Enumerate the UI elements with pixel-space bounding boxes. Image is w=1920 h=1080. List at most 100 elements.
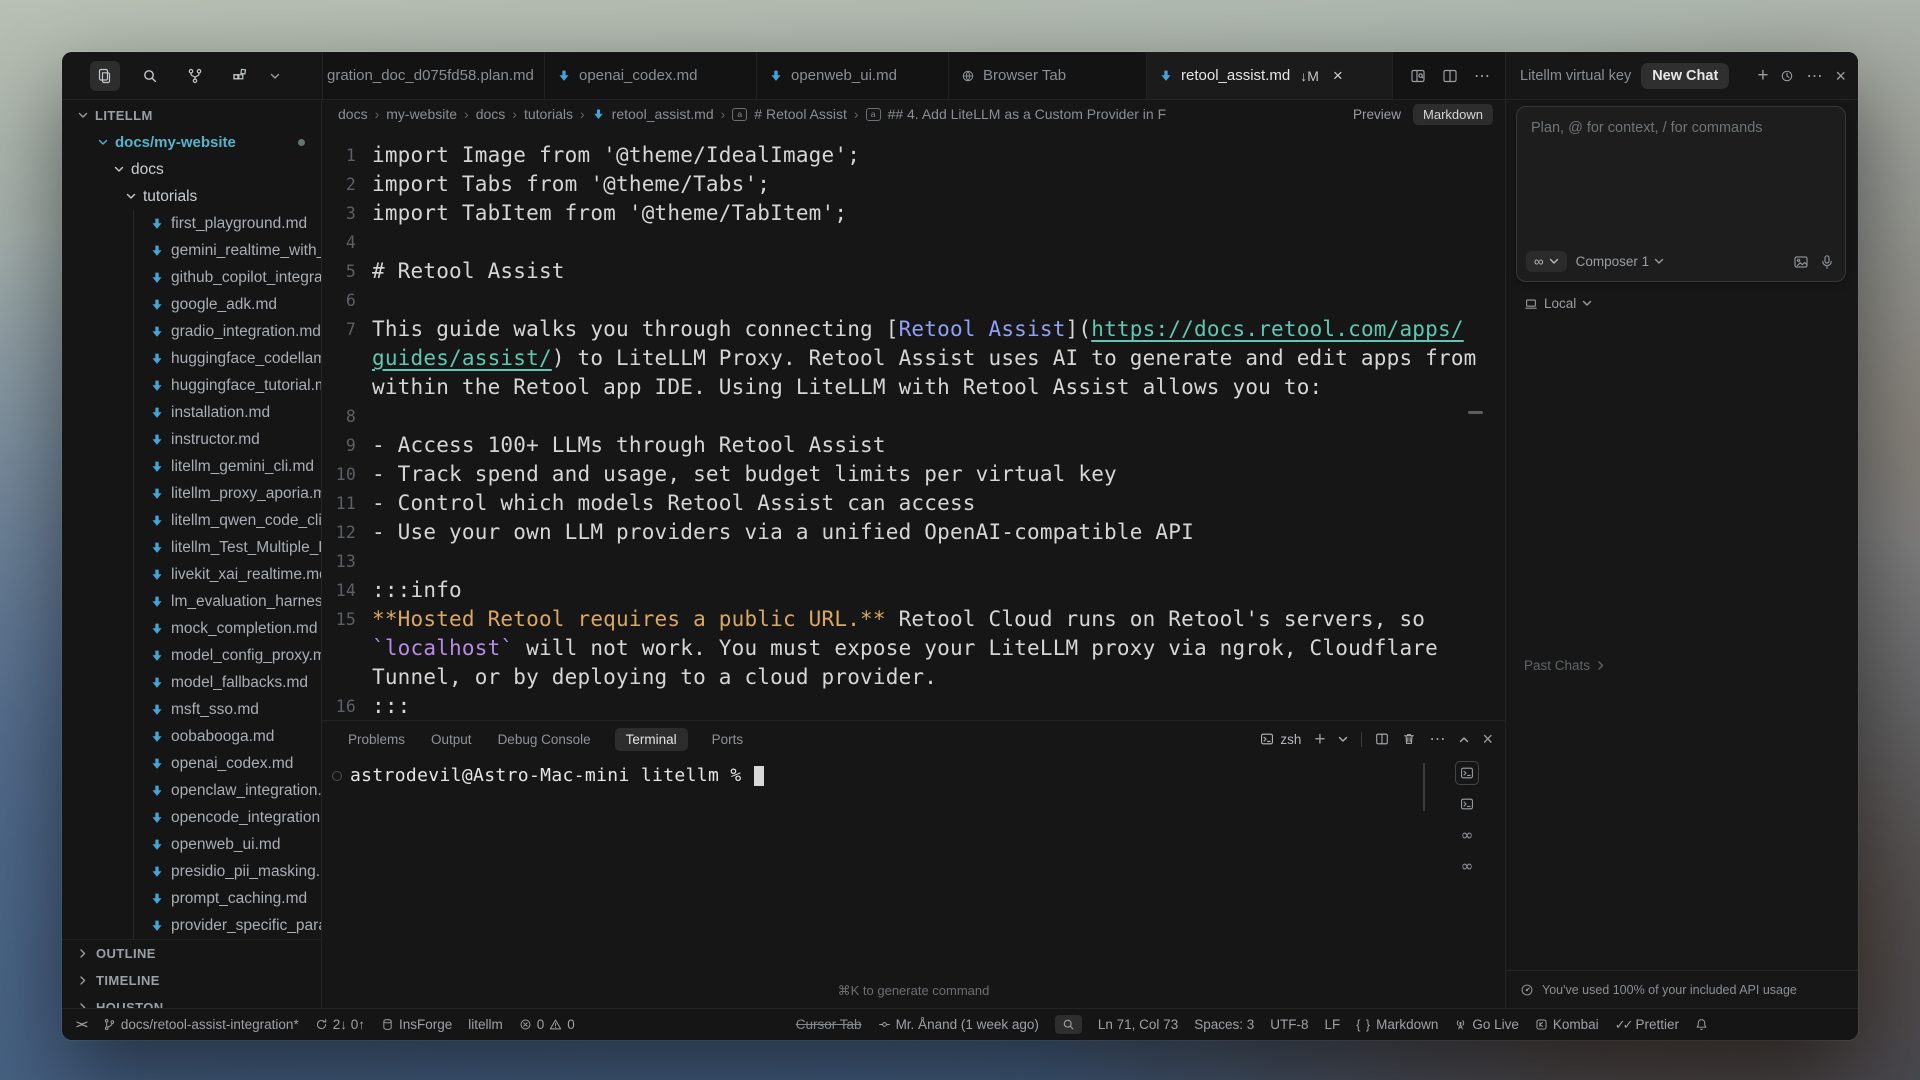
git-branch-status[interactable]: docs/retool-assist-integration* — [103, 1017, 299, 1032]
file-item[interactable]: mock_completion.md — [62, 615, 321, 642]
terminal-instance[interactable] — [1455, 792, 1479, 816]
code-editor[interactable]: 1import Image from '@theme/IdealImage';2… — [322, 128, 1505, 720]
scrollbar-marker[interactable] — [1468, 411, 1483, 414]
prettier-status[interactable]: ✓✓ Prettier — [1615, 1017, 1679, 1033]
activity-overflow-chevron-icon[interactable] — [270, 67, 280, 85]
file-item[interactable]: huggingface_codellama... — [62, 345, 321, 372]
chat-composer[interactable]: Plan, @ for context, / for commands ∞ Co… — [1516, 106, 1846, 282]
open-preview-icon[interactable] — [1410, 68, 1426, 84]
kill-terminal-icon[interactable] — [1402, 732, 1416, 746]
file-item[interactable]: google_adk.md — [62, 291, 321, 318]
file-item[interactable]: oobabooga.md — [62, 723, 321, 750]
file-item[interactable]: openweb_ui.md — [62, 831, 321, 858]
file-item[interactable]: instructor.md — [62, 426, 321, 453]
file-item[interactable]: livekit_xai_realtime.md — [62, 561, 321, 588]
kombai-button[interactable]: Kombai — [1535, 1017, 1599, 1032]
file-item[interactable]: huggingface_tutorial.md — [62, 372, 321, 399]
tab-retool-assist[interactable]: retool_assist.md ↓M × — [1147, 52, 1393, 99]
editor-more-actions-icon[interactable]: ⋯ — [1474, 66, 1491, 86]
git-blame-status[interactable]: Mr. Ånand (1 week ago) — [878, 1017, 1039, 1032]
file-item[interactable]: litellm_Test_Multiple_Pr... — [62, 534, 321, 561]
attach-image-icon[interactable] — [1793, 254, 1809, 270]
agent-terminal[interactable]: ∞ — [1455, 823, 1479, 847]
tab-openweb-ui[interactable]: openweb_ui.md — [757, 52, 949, 99]
tab-terminal[interactable]: Terminal — [615, 728, 688, 751]
insforge-status[interactable]: InsForge — [381, 1017, 452, 1032]
past-chats-section[interactable]: Past Chats — [1524, 658, 1606, 673]
file-item[interactable]: prompt_caching.md — [62, 885, 321, 912]
notifications-bell[interactable] — [1695, 1018, 1708, 1031]
cursor-tab-toggle[interactable]: Cursor Tab — [796, 1017, 862, 1032]
tab-ports[interactable]: Ports — [710, 728, 746, 751]
cursor-position-status[interactable]: Ln 71, Col 73 — [1098, 1017, 1178, 1032]
source-control-icon[interactable] — [180, 61, 210, 91]
indentation-status[interactable]: Spaces: 3 — [1194, 1017, 1254, 1032]
tab-debug-console[interactable]: Debug Console — [496, 728, 593, 751]
panel-more-icon[interactable]: ⋯ — [1429, 729, 1446, 749]
tab-problems[interactable]: Problems — [346, 728, 407, 751]
explorer-icon[interactable] — [90, 61, 120, 91]
file-item[interactable]: model_fallbacks.md — [62, 669, 321, 696]
file-item[interactable]: msft_sso.md — [62, 696, 321, 723]
breadcrumb-symbol[interactable]: ## 4. Add LiteLLM as a Custom Provider i… — [888, 106, 1167, 122]
file-item[interactable]: model_config_proxy.md — [62, 642, 321, 669]
chat-tab-previous[interactable]: Litellm virtual key — [1520, 68, 1631, 84]
markdown-mode-button[interactable]: Markdown — [1413, 104, 1493, 125]
breadcrumb-item[interactable]: tutorials — [524, 106, 573, 122]
context-selector[interactable]: Local — [1524, 296, 1592, 311]
file-item[interactable]: gradio_integration.md — [62, 318, 321, 345]
split-editor-icon[interactable] — [1442, 68, 1458, 84]
file-item[interactable]: litellm_gemini_cli.md — [62, 453, 321, 480]
file-item[interactable]: openai_codex.md — [62, 750, 321, 777]
chat-tab-new[interactable]: New Chat — [1641, 63, 1729, 89]
split-terminal-icon[interactable] — [1375, 732, 1389, 746]
go-live-button[interactable]: Go Live — [1454, 1017, 1519, 1032]
folder-tutorials[interactable]: tutorials — [62, 183, 321, 210]
close-panel-icon[interactable]: × — [1482, 730, 1493, 748]
breadcrumb-item[interactable]: my-website — [386, 106, 457, 122]
preview-button[interactable]: Preview — [1353, 107, 1401, 122]
file-item[interactable]: github_copilot_integrati... — [62, 264, 321, 291]
tab-openai-codex[interactable]: openai_codex.md — [545, 52, 757, 99]
file-item[interactable]: litellm_qwen_code_cli.md — [62, 507, 321, 534]
workspace-status[interactable]: litellm — [468, 1017, 503, 1032]
encoding-status[interactable]: UTF-8 — [1270, 1017, 1308, 1032]
file-item[interactable]: installation.md — [62, 399, 321, 426]
breadcrumb-symbol[interactable]: # Retool Assist — [754, 106, 847, 122]
chat-more-icon[interactable]: ⋯ — [1806, 66, 1823, 86]
problems-status[interactable]: 0 0 — [519, 1017, 575, 1032]
new-terminal-icon[interactable]: + — [1314, 730, 1325, 749]
sidebar-section[interactable]: TIMELINE — [62, 967, 321, 994]
tab-output[interactable]: Output — [429, 728, 474, 751]
terminal-output[interactable]: astrodevil@Astro-Mac-mini litellm % — [322, 757, 1505, 786]
tab-close-icon[interactable]: × — [1333, 67, 1343, 84]
explorer-root[interactable]: LITELLM — [62, 102, 321, 129]
file-item[interactable]: gemini_realtime_with_a... — [62, 237, 321, 264]
breadcrumb-item[interactable]: docs — [338, 106, 368, 122]
breadcrumb-file[interactable]: retool_assist.md — [612, 106, 714, 122]
chat-history-icon[interactable] — [1780, 69, 1794, 83]
breadcrumb-item[interactable]: docs — [476, 106, 506, 122]
file-item[interactable]: first_playground.md — [62, 210, 321, 237]
file-item[interactable]: opencode_integration.md — [62, 804, 321, 831]
extensions-icon[interactable] — [225, 61, 255, 91]
remote-indicator[interactable]: >< — [76, 1019, 87, 1031]
maximize-panel-chevron-icon[interactable] — [1459, 736, 1469, 743]
file-item[interactable]: litellm_proxy_aporia.md — [62, 480, 321, 507]
tab-browser-tab[interactable]: Browser Tab — [949, 52, 1147, 99]
file-item[interactable]: openclaw_integration.md — [62, 777, 321, 804]
file-item[interactable]: presidio_pii_masking.md — [62, 858, 321, 885]
file-item[interactable]: provider_specific_para... — [62, 912, 321, 939]
terminal-dropdown-chevron-icon[interactable] — [1338, 736, 1348, 743]
agent-terminal[interactable]: ∞ — [1455, 854, 1479, 878]
new-chat-plus-icon[interactable]: + — [1757, 66, 1768, 85]
terminal-instance-active[interactable] — [1455, 761, 1479, 785]
eol-status[interactable]: LF — [1325, 1017, 1341, 1032]
agent-mode-selector[interactable]: ∞ — [1526, 251, 1567, 272]
git-sync-status[interactable]: 2↓ 0↑ — [315, 1017, 365, 1032]
folder-docs[interactable]: docs — [62, 156, 321, 183]
search-icon[interactable] — [135, 61, 165, 91]
language-mode-status[interactable]: { } Markdown — [1356, 1017, 1438, 1032]
model-selector[interactable]: Composer 1 — [1576, 254, 1665, 269]
file-item[interactable]: lm_evaluation_harness_... — [62, 588, 321, 615]
